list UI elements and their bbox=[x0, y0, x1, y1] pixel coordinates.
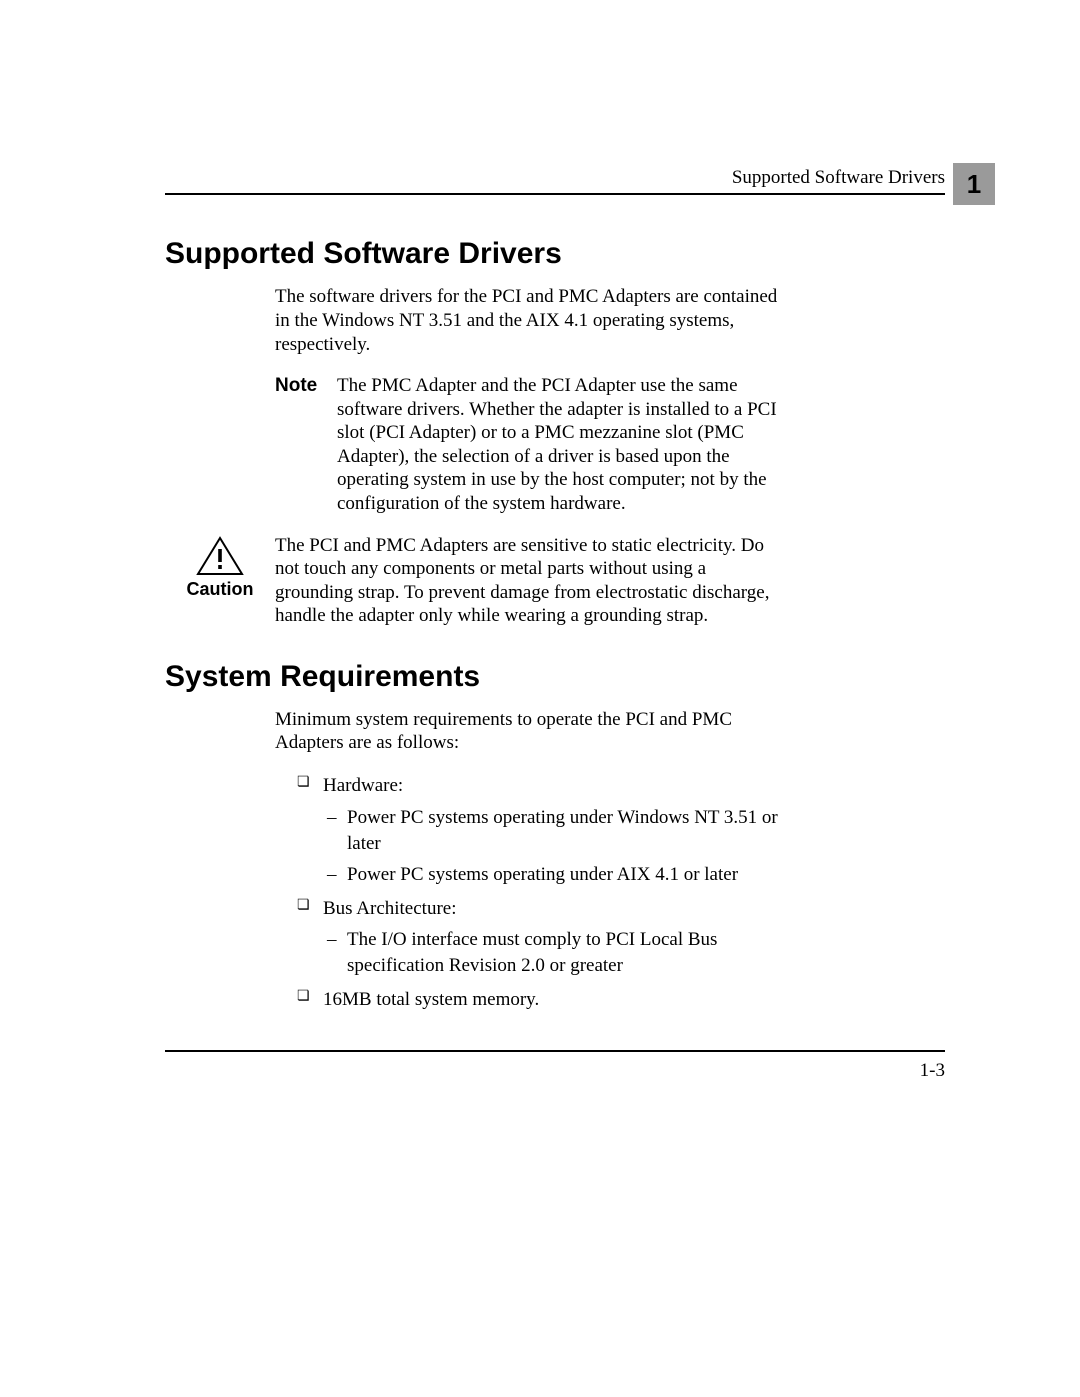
section2-body: Minimum system requirements to operate t… bbox=[275, 708, 785, 1013]
sub-list: Power PC systems operating under Windows… bbox=[323, 805, 785, 888]
list-item-label: Bus Architecture: bbox=[323, 898, 457, 919]
page-footer: 1-3 bbox=[165, 1050, 945, 1082]
sub-list-item: The I/O interface must comply to PCI Loc… bbox=[323, 927, 785, 978]
page-number: 1-3 bbox=[920, 1060, 945, 1081]
section-heading-drivers: Supported Software Drivers bbox=[165, 237, 945, 271]
section-heading-requirements: System Requirements bbox=[165, 660, 945, 694]
list-item: Bus Architecture: The I/O interface must… bbox=[297, 896, 785, 979]
caution-block: Caution The PCI and PMC Adapters are sen… bbox=[165, 534, 785, 628]
sub-list-item: Power PC systems operating under AIX 4.1… bbox=[323, 862, 785, 888]
main-content: Supported Software Drivers The software … bbox=[165, 195, 945, 1012]
header-rule: Supported Software Drivers 1 bbox=[165, 165, 945, 195]
section2-intro: Minimum system requirements to operate t… bbox=[275, 708, 785, 756]
note-label: Note bbox=[275, 374, 337, 515]
section1-body: The software drivers for the PCI and PMC… bbox=[275, 285, 785, 628]
sub-list: The I/O interface must comply to PCI Loc… bbox=[323, 927, 785, 978]
caution-text: The PCI and PMC Adapters are sensitive t… bbox=[275, 534, 785, 628]
chapter-number-badge: 1 bbox=[953, 163, 995, 205]
requirements-list: Hardware: Power PC systems operating und… bbox=[275, 773, 785, 1012]
list-item-label: 16MB total system memory. bbox=[323, 989, 539, 1010]
section1-intro: The software drivers for the PCI and PMC… bbox=[275, 285, 785, 356]
sub-list-item: Power PC systems operating under Windows… bbox=[323, 805, 785, 856]
note-text: The PMC Adapter and the PCI Adapter use … bbox=[337, 374, 785, 515]
list-item-label: Hardware: bbox=[323, 775, 403, 796]
caution-label: Caution bbox=[187, 578, 254, 601]
running-header: Supported Software Drivers bbox=[732, 167, 945, 189]
list-item: Hardware: Power PC systems operating und… bbox=[297, 773, 785, 888]
page: Supported Software Drivers 1 Supported S… bbox=[0, 0, 1080, 1397]
caution-triangle-icon bbox=[196, 536, 244, 576]
caution-label-col: Caution bbox=[165, 534, 275, 601]
list-item: 16MB total system memory. bbox=[297, 987, 785, 1013]
section2: System Requirements Minimum system requi… bbox=[165, 660, 945, 1013]
note-block: Note The PMC Adapter and the PCI Adapter… bbox=[275, 374, 785, 515]
